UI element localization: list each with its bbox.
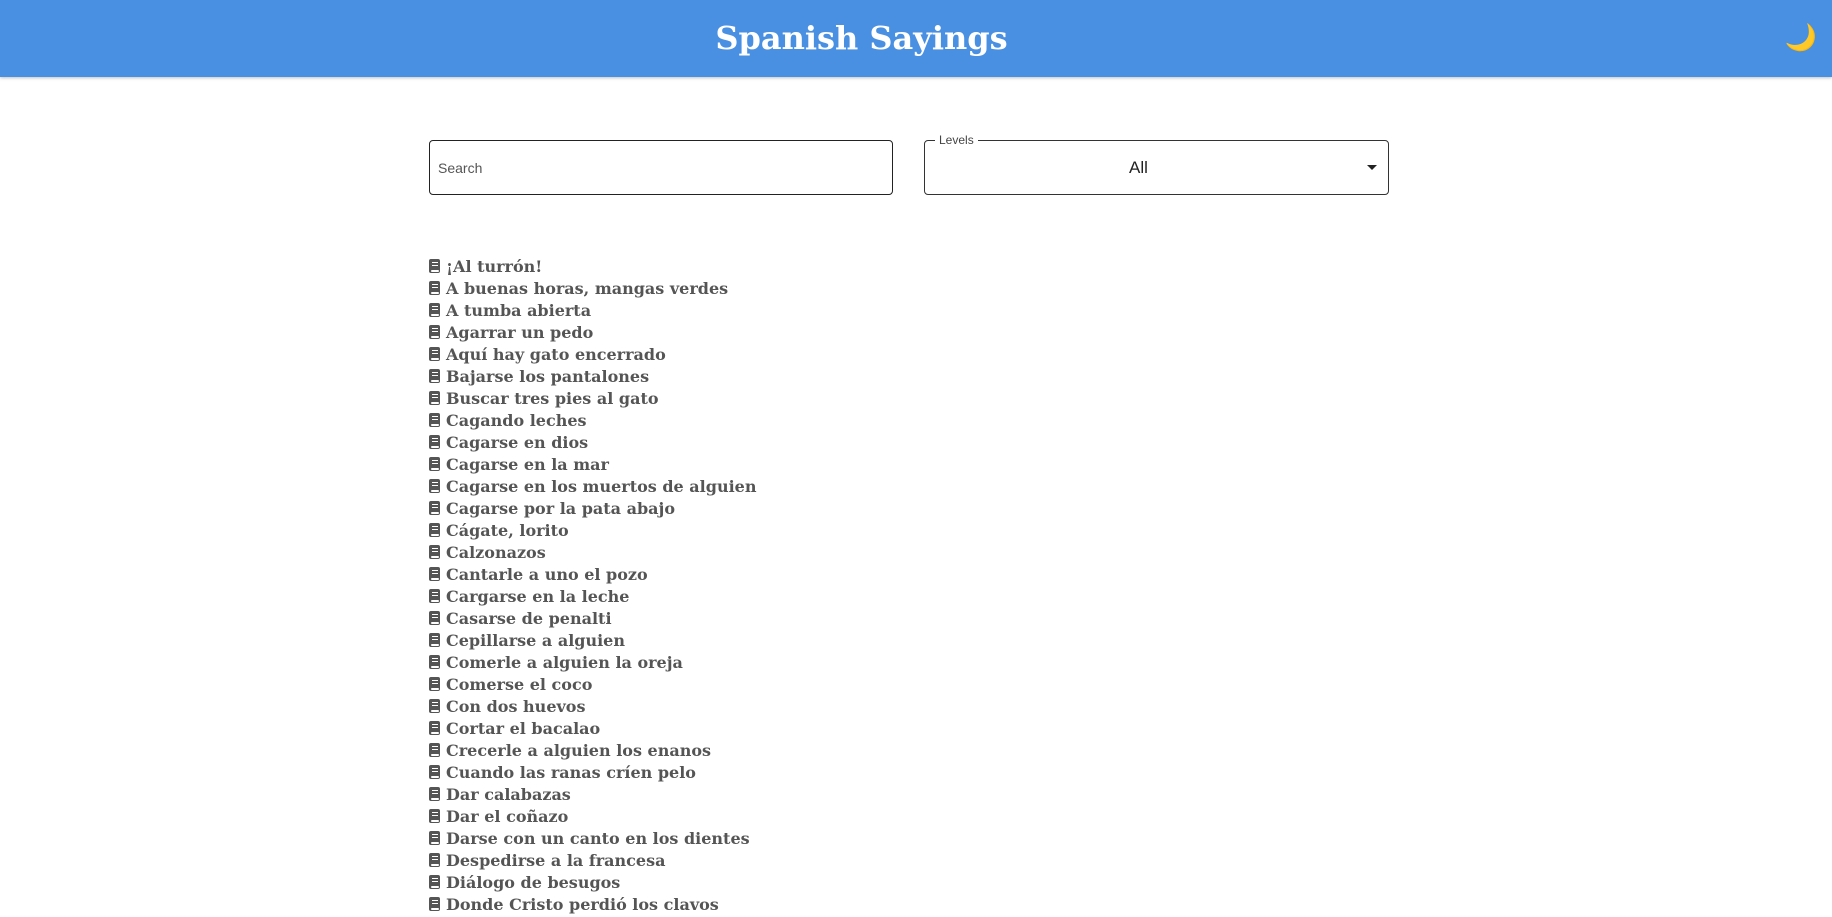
page-title: Spanish Sayings bbox=[715, 19, 1008, 57]
book-icon bbox=[429, 457, 440, 471]
saying-label: Cargarse en la leche bbox=[446, 587, 630, 606]
saying-list-item[interactable]: Cortar el bacalao bbox=[429, 718, 756, 740]
book-icon bbox=[429, 655, 440, 669]
book-icon bbox=[429, 875, 440, 889]
saying-list-item[interactable]: Despedirse a la francesa bbox=[429, 850, 756, 872]
book-icon bbox=[429, 721, 440, 735]
book-icon bbox=[429, 435, 440, 449]
saying-list-item[interactable]: Cepillarse a alguien bbox=[429, 630, 756, 652]
saying-label: A buenas horas, mangas verdes bbox=[446, 279, 729, 298]
saying-list-item[interactable]: Cagarse por la pata abajo bbox=[429, 498, 756, 520]
saying-list-item[interactable]: Cagando leches bbox=[429, 410, 756, 432]
saying-label: Despedirse a la francesa bbox=[446, 851, 666, 870]
saying-label: Cantarle a uno el pozo bbox=[446, 565, 648, 584]
caret-down-icon bbox=[1367, 165, 1377, 170]
saying-label: Bajarse los pantalones bbox=[446, 367, 650, 386]
saying-list-item[interactable]: Cantarle a uno el pozo bbox=[429, 564, 756, 586]
book-icon bbox=[429, 281, 440, 295]
book-icon bbox=[429, 303, 440, 317]
saying-list-item[interactable]: A buenas horas, mangas verdes bbox=[429, 278, 756, 300]
saying-list-item[interactable]: Diálogo de besugos bbox=[429, 872, 756, 894]
saying-list-item[interactable]: Cuando las ranas críen pelo bbox=[429, 762, 756, 784]
book-icon bbox=[429, 633, 440, 647]
saying-label: Comerle a alguien la oreja bbox=[446, 653, 683, 672]
book-icon bbox=[429, 853, 440, 867]
book-icon bbox=[429, 699, 440, 713]
saying-list-item[interactable]: Comerle a alguien la oreja bbox=[429, 652, 756, 674]
dark-mode-toggle-moon-icon[interactable]: 🌙 bbox=[1782, 19, 1820, 57]
saying-label: Cagarse en dios bbox=[446, 433, 589, 452]
saying-label: Con dos huevos bbox=[446, 697, 586, 716]
book-icon bbox=[429, 391, 440, 405]
levels-selected-value: All bbox=[1129, 158, 1148, 177]
saying-list-item[interactable]: Cagarse en la mar bbox=[429, 454, 756, 476]
saying-list-item[interactable]: Donde Cristo perdió los clavos bbox=[429, 894, 756, 916]
saying-label: Cuando las ranas críen pelo bbox=[446, 763, 696, 782]
saying-list-item[interactable]: Comerse el coco bbox=[429, 674, 756, 696]
saying-label: Crecerle a alguien los enanos bbox=[446, 741, 712, 760]
book-icon bbox=[429, 611, 440, 625]
book-icon bbox=[429, 765, 440, 779]
book-icon bbox=[429, 325, 440, 339]
saying-label: Cagarse por la pata abajo bbox=[446, 499, 675, 518]
saying-list-item[interactable]: A tumba abierta bbox=[429, 300, 756, 322]
book-icon bbox=[429, 501, 440, 515]
book-icon bbox=[429, 589, 440, 603]
search-input[interactable] bbox=[429, 140, 893, 195]
saying-label: Agarrar un pedo bbox=[446, 323, 594, 342]
book-icon bbox=[429, 347, 440, 361]
saying-label: Calzonazos bbox=[446, 543, 546, 562]
saying-list-item[interactable]: Cagarse en los muertos de alguien bbox=[429, 476, 756, 498]
book-icon bbox=[429, 809, 440, 823]
book-icon bbox=[429, 677, 440, 691]
saying-label: Comerse el coco bbox=[446, 675, 593, 694]
levels-select[interactable]: Levels All bbox=[924, 132, 1389, 195]
book-icon bbox=[429, 787, 440, 801]
book-icon bbox=[429, 897, 440, 911]
saying-list-item[interactable]: ¡Al turrón! bbox=[429, 256, 756, 278]
book-icon bbox=[429, 545, 440, 559]
saying-list-item[interactable]: Dar calabazas bbox=[429, 784, 756, 806]
saying-list-item[interactable]: Buscar tres pies al gato bbox=[429, 388, 756, 410]
saying-list-item[interactable]: Crecerle a alguien los enanos bbox=[429, 740, 756, 762]
book-icon bbox=[429, 413, 440, 427]
saying-list-item[interactable]: Darse con un canto en los dientes bbox=[429, 828, 756, 850]
saying-label: Cágate, lorito bbox=[446, 521, 569, 540]
saying-label: Donde Cristo perdió los clavos bbox=[446, 895, 719, 914]
saying-list-item[interactable]: Con dos huevos bbox=[429, 696, 756, 718]
book-icon bbox=[429, 567, 440, 581]
saying-list-item[interactable]: Bajarse los pantalones bbox=[429, 366, 756, 388]
saying-label: Dar el coñazo bbox=[446, 807, 569, 826]
book-icon bbox=[429, 479, 440, 493]
saying-label: Buscar tres pies al gato bbox=[446, 389, 659, 408]
sayings-list: ¡Al turrón! A buenas horas, mangas verdes… bbox=[429, 256, 756, 916]
saying-label: ¡Al turrón! bbox=[446, 257, 543, 276]
saying-list-item[interactable]: Dar el coñazo bbox=[429, 806, 756, 828]
saying-label: A tumba abierta bbox=[446, 301, 592, 320]
saying-label: Cagarse en la mar bbox=[446, 455, 609, 474]
saying-list-item[interactable]: Cágate, lorito bbox=[429, 520, 756, 542]
book-icon bbox=[429, 523, 440, 537]
saying-label: Aquí hay gato encerrado bbox=[446, 345, 666, 364]
saying-label: Casarse de penalti bbox=[446, 609, 612, 628]
saying-label: Dar calabazas bbox=[446, 785, 571, 804]
book-icon bbox=[429, 369, 440, 383]
book-icon bbox=[429, 743, 440, 757]
saying-label: Diálogo de besugos bbox=[446, 873, 621, 892]
book-icon bbox=[429, 831, 440, 845]
saying-label: Cagando leches bbox=[446, 411, 587, 430]
saying-list-item[interactable]: Aquí hay gato encerrado bbox=[429, 344, 756, 366]
saying-label: Cagarse en los muertos de alguien bbox=[446, 477, 757, 496]
saying-list-item[interactable]: Agarrar un pedo bbox=[429, 322, 756, 344]
saying-label: Cepillarse a alguien bbox=[446, 631, 625, 650]
saying-label: Darse con un canto en los dientes bbox=[446, 829, 750, 848]
saying-list-item[interactable]: Cargarse en la leche bbox=[429, 586, 756, 608]
saying-label: Cortar el bacalao bbox=[446, 719, 601, 738]
saying-list-item[interactable]: Casarse de penalti bbox=[429, 608, 756, 630]
saying-list-item[interactable]: Cagarse en dios bbox=[429, 432, 756, 454]
book-icon bbox=[429, 259, 440, 273]
saying-list-item[interactable]: Calzonazos bbox=[429, 542, 756, 564]
app-header: Spanish Sayings 🌙 bbox=[0, 0, 1832, 77]
